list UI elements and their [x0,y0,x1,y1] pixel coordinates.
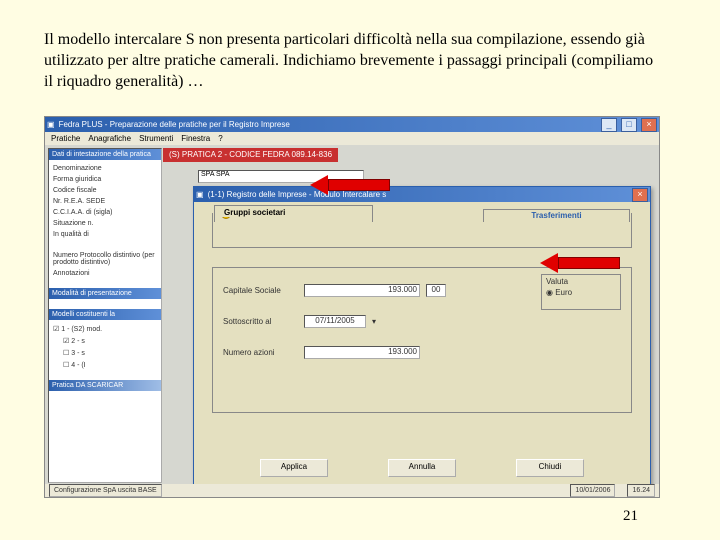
statusbar: Configurazione SpA uscita BASE 10/01/200… [45,484,659,497]
annulla-button[interactable]: Annulla [388,459,456,477]
numazioni-input[interactable]: 193.000 [304,346,420,359]
maximize-button[interactable]: □ [621,118,637,132]
sottoscritto-label: Sottoscritto al [223,317,298,326]
menu-help[interactable]: ? [218,134,222,143]
calendar-icon[interactable]: ▾ [372,317,376,326]
tree: ☑ 1 - (S2) mod. ☑ 2 - s ☐ 3 - s ☐ 4 - (I [49,320,161,374]
left-header-modelli: Modelli costituenti la [49,309,161,320]
tree-item-3[interactable]: ☐ 3 - s [53,347,157,359]
app-icon: ▣ [47,120,55,129]
app-title: Fedra PLUS - Preparazione delle pratiche… [59,120,290,129]
slide-caption: Il modello intercalare S non presenta pa… [44,30,664,92]
capitale-input[interactable]: 193.000 [304,284,420,297]
red-tab[interactable]: (S) PRATICA 2 - CODICE FEDRA 089.14-836 [163,148,338,162]
field-denominazione: Denominazione [53,163,157,174]
chiudi-button[interactable]: Chiudi [516,459,584,477]
menu-anagrafiche[interactable]: Anagrafiche [88,134,131,143]
tree-item-1[interactable]: ☑ 1 - (S2) mod. [53,323,157,335]
tree-item-2[interactable]: ☑ 2 - s [53,335,157,347]
sottoscritto-date-input[interactable]: 07/11/2005 [304,315,366,328]
capitale-dec-input[interactable]: 00 [426,284,446,297]
page-number: 21 [623,508,638,525]
modal-window: ▣ (1-1) Registro delle Imprese - Modulo … [193,186,651,488]
field-qualita: In qualità di [53,229,157,240]
minimize-button[interactable]: _ [601,118,617,132]
menu-strumenti[interactable]: Strumenti [139,134,173,143]
left-header-modalita: Modalità di presentazione [49,288,161,299]
modal-close-button[interactable]: × [632,188,648,202]
left-pane: Dati di intestazione della pratica Denom… [48,148,162,483]
valuta-euro-radio[interactable]: ◉ Euro [546,288,616,297]
field-cciaa: C.C.I.A.A. di (sigla) [53,207,157,218]
arrow-valuta [540,253,620,273]
field-forma: Forma giuridica [53,174,157,185]
applica-button[interactable]: Applica [260,459,328,477]
capitale-label: Capitale Sociale [223,286,298,295]
valuta-group: Valuta ◉ Euro [541,274,621,310]
status-time: 16.24 [627,484,655,497]
tree-item-4[interactable]: ☐ 4 - (I [53,359,157,371]
form-area: Valuta ◉ Euro Capitale Sociale 193.000 0… [212,267,632,413]
menu-finestra[interactable]: Finestra [181,134,210,143]
group-title: Gruppi societari [221,208,288,217]
left-header-dati: Dati di intestazione della pratica [49,149,161,160]
groupbox: Gruppi societari [212,213,632,248]
menu-pratiche[interactable]: Pratiche [51,134,80,143]
outer-titlebar: ▣ Fedra PLUS - Preparazione delle pratic… [45,117,659,132]
field-annot: Annotazioni [53,268,157,279]
field-protocollo: Numero Protocollo distintivo (per prodot… [53,250,157,268]
close-button[interactable]: × [641,118,657,132]
status-date: 10/01/2006 [570,484,615,497]
modal-icon: ▣ [196,190,204,199]
field-codfisc: Codice fiscale [53,185,157,196]
arrow-generalita [310,175,390,195]
app-window: ▣ Fedra PLUS - Preparazione delle pratic… [44,116,660,498]
numazioni-label: Numero azioni [223,348,298,357]
valuta-label: Valuta [546,277,616,286]
left-header-scaricar: Pratica DA SCARICAR [49,380,161,391]
menubar: Pratiche Anagrafiche Strumenti Finestra … [45,132,659,145]
field-rea: Nr. R.E.A. SEDE [53,196,157,207]
status-config: Configurazione SpA uscita BASE [49,484,162,497]
field-situazione: Situazione n. [53,218,157,229]
